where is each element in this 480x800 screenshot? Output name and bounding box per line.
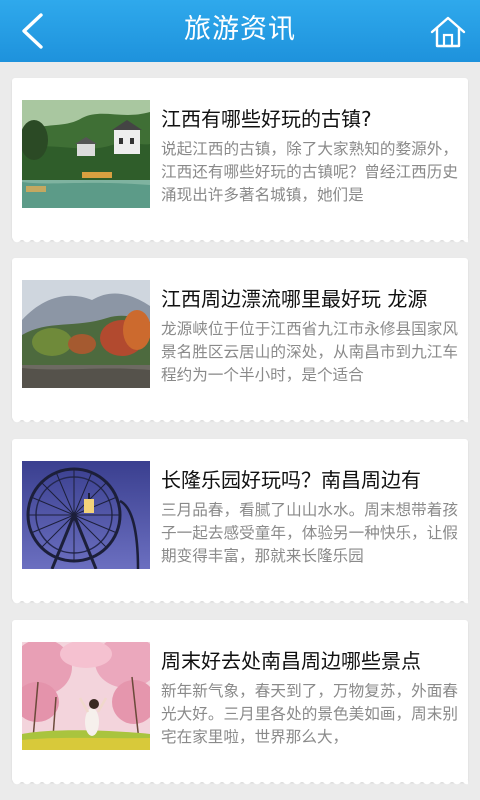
article-summary: 龙源峡位于位于江西省九江市永修县国家风景名胜区云居山的深处，从南昌市到九江车程约… bbox=[161, 320, 458, 384]
article-card[interactable]: 江西有哪些好玩的古镇? 说起江西的古镇，除了大家熟知的婺源外，江西还有哪些好玩的… bbox=[12, 78, 468, 248]
ferris-wheel-photo bbox=[22, 461, 150, 569]
top-nav-bar: 旅游资讯 bbox=[0, 0, 480, 62]
home-button[interactable] bbox=[426, 10, 470, 54]
peach-blossom-photo bbox=[22, 642, 150, 750]
article-card[interactable]: 周末好去处南昌周边哪些景点 新年新气象，春天到了，万物复苏，外面春光大好。三月里… bbox=[12, 620, 468, 790]
article-title: 周末好去处南昌周边哪些景点 bbox=[161, 649, 421, 673]
article-title: 江西周边漂流哪里最好玩 龙源 bbox=[161, 287, 428, 311]
article-title: 江西有哪些好玩的古镇? bbox=[161, 107, 372, 131]
article-card[interactable]: 长隆乐园好玩吗？南昌周边有 三月品春，看腻了山山水水。周末想带着孩子一起去感受童… bbox=[12, 439, 468, 609]
article-summary: 三月品春，看腻了山山水水。周末想带着孩子一起去感受童年，体验另一种快乐，让假期变… bbox=[161, 501, 458, 565]
ancient-town-photo bbox=[22, 100, 150, 208]
article-card[interactable]: 江西周边漂流哪里最好玩 龙源 龙源峡位于位于江西省九江市永修县国家风景名胜区云居… bbox=[12, 258, 468, 428]
page-title: 旅游资讯 bbox=[184, 14, 296, 45]
article-summary: 说起江西的古镇，除了大家熟知的婺源外，江西还有哪些好玩的古镇呢？曾经江西历史涌现… bbox=[161, 140, 458, 204]
article-summary: 新年新气象，春天到了，万物复苏，外面春光大好。三月里各处的景色美如画，周末别宅在… bbox=[161, 682, 458, 746]
home-icon bbox=[430, 16, 466, 48]
mountain-lake-photo bbox=[22, 280, 150, 388]
article-title: 长隆乐园好玩吗？南昌周边有 bbox=[161, 468, 421, 492]
